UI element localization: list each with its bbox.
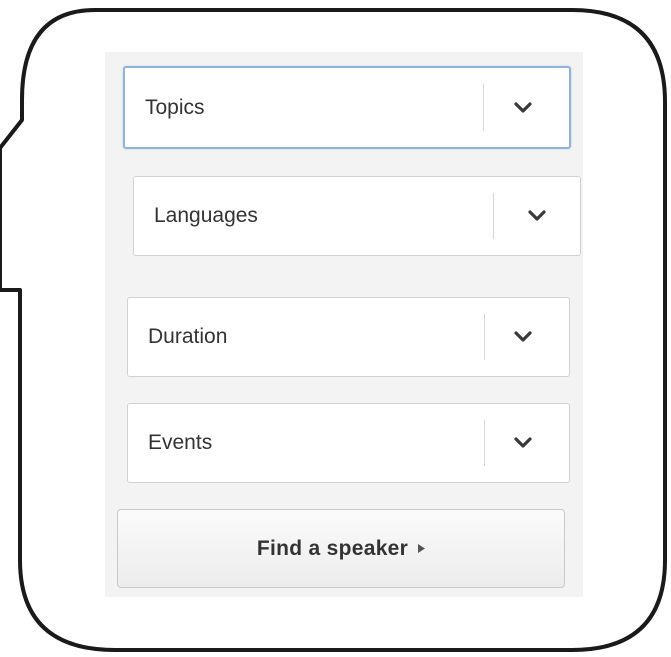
duration-label: Duration	[148, 325, 228, 348]
languages-separator	[493, 193, 494, 239]
events-label: Events	[148, 431, 213, 454]
duration-separator	[484, 314, 485, 360]
chevron-down-icon	[514, 101, 532, 113]
chevron-down-icon	[514, 331, 532, 342]
topics-dropdown[interactable]: Topics	[123, 66, 571, 149]
languages-label: Languages	[154, 204, 258, 227]
find-speaker-label: Find a speaker	[256, 536, 409, 560]
speech-bubble-callout: Topics Languages Duration Events Find a …	[0, 0, 671, 657]
triangle-right-icon	[418, 544, 426, 553]
events-dropdown[interactable]: Events	[127, 403, 570, 483]
events-separator	[484, 420, 485, 466]
languages-dropdown[interactable]: Languages	[133, 176, 581, 256]
find-speaker-button[interactable]: Find a speaker	[117, 509, 565, 588]
topics-label: Topics	[145, 95, 205, 119]
duration-dropdown[interactable]: Duration	[127, 297, 570, 377]
topics-separator	[483, 84, 484, 131]
chevron-down-icon	[528, 210, 546, 221]
chevron-down-icon	[514, 437, 532, 448]
